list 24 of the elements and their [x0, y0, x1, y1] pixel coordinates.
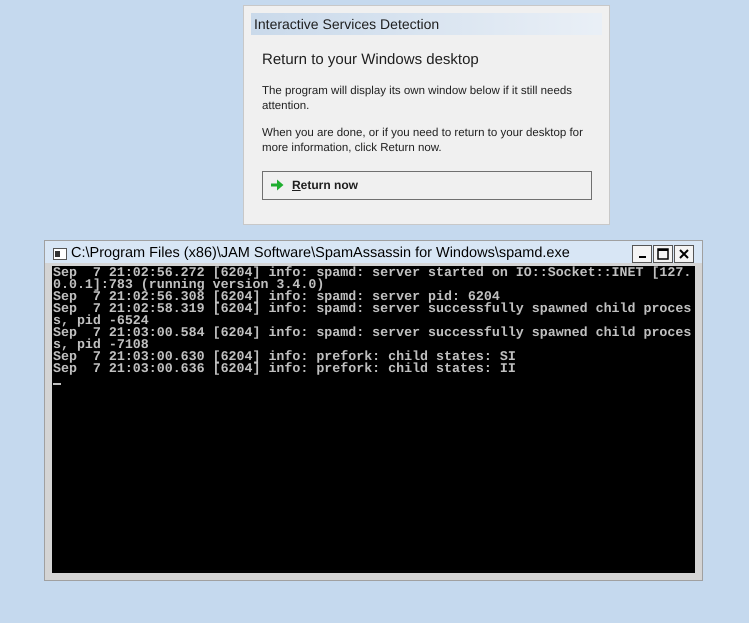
close-icon: [678, 248, 690, 260]
close-button[interactable]: [674, 244, 694, 262]
console-line: Sep 7 21:03:00.584 [6204] info: spamd: server successfully spawned child proces: [53, 327, 692, 339]
arrow-icon: [271, 179, 284, 191]
console-line: Sep 7 21:02:56.308 [6204] info: spamd: server pid: 6204: [53, 291, 500, 303]
minimize-icon: [638, 256, 646, 258]
console-line: s, pid -6524: [53, 315, 149, 327]
minimize-button[interactable]: [632, 244, 652, 262]
console-line: Sep 7 21:03:00.630 [6204] info: prefork: child states: SI: [53, 351, 516, 363]
return-now-button[interactable]: Return now: [262, 170, 592, 200]
console-line: Sep 7 21:03:00.636 [6204] info: prefork: child states: II: [53, 363, 516, 375]
maximize-icon: [657, 248, 669, 260]
dialog-text: The program will display its own window below if it still needs attention.: [262, 84, 573, 114]
dialog-text: When you are done, or if you need to return to your desktop for more information, click Return now.: [262, 126, 584, 156]
console-line: Sep 7 21:02:56.272 [6204] info: spamd: server started on IO::Socket::INET [127.: [53, 267, 692, 279]
maximize-button[interactable]: [653, 244, 673, 262]
dialog-heading: Return to your Windows desktop: [262, 50, 480, 70]
console-line: s, pid -7108: [53, 339, 149, 351]
cursor: [53, 383, 61, 385]
console-line: Sep 7 21:02:58.319 [6204] info: spamd: server successfully spawned child proces: [53, 303, 692, 315]
console-title: C:\Program Files (x86)\JAM Software\SpamAssassin for Windows\spamd.exe: [71, 244, 571, 263]
dialog-title: Interactive Services Detection: [251, 13, 602, 35]
console-line: 0.0.1]:783 (running version 3.4.0): [53, 279, 324, 291]
console-icon: [53, 248, 67, 260]
